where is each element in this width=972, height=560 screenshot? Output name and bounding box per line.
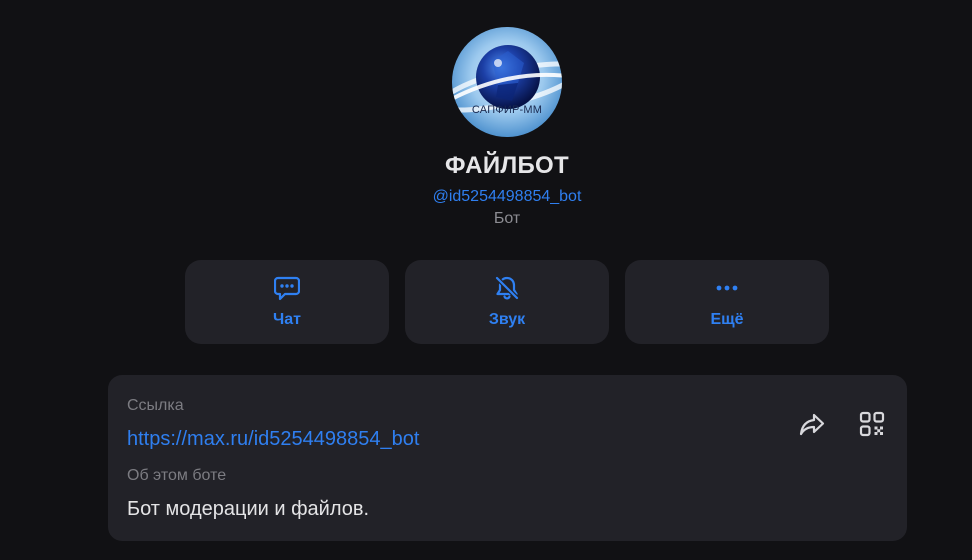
more-button[interactable]: Ещё	[625, 260, 829, 344]
profile-type: Бот	[493, 210, 521, 227]
profile-name: ФАЙЛБОТ	[445, 152, 569, 179]
sapphire-planet-image	[452, 27, 562, 137]
profile-handle-link[interactable]: @id5254498854_bot	[0, 188, 972, 206]
avatar[interactable]: САПФИР-ММ	[452, 27, 562, 137]
chat-button[interactable]: Чат	[185, 260, 389, 344]
avatar-logo-text: САПФИР-ММ	[471, 104, 543, 116]
sound-button[interactable]: Звук	[405, 260, 609, 344]
about-text: Бот модерации и файлов.	[127, 498, 370, 520]
bot-link[interactable]: https://max.ru/id5254498854_bot	[127, 428, 419, 451]
more-dots-icon	[625, 274, 829, 302]
sound-button-label: Звук	[488, 311, 526, 328]
link-label: Ссылка	[127, 397, 184, 414]
qr-code-icon	[859, 411, 885, 437]
share-button[interactable]	[796, 408, 828, 440]
bell-off-icon	[405, 274, 609, 302]
bot-info-card: Ссылка https://max.ru/id5254498854_bot О…	[108, 375, 907, 541]
chat-bubble-icon	[185, 274, 389, 302]
about-label: Об этом боте	[127, 467, 227, 484]
more-button-label: Ещё	[710, 311, 744, 328]
chat-button-label: Чат	[273, 311, 301, 328]
share-arrow-icon	[799, 413, 825, 436]
qr-code-button[interactable]	[856, 408, 888, 440]
